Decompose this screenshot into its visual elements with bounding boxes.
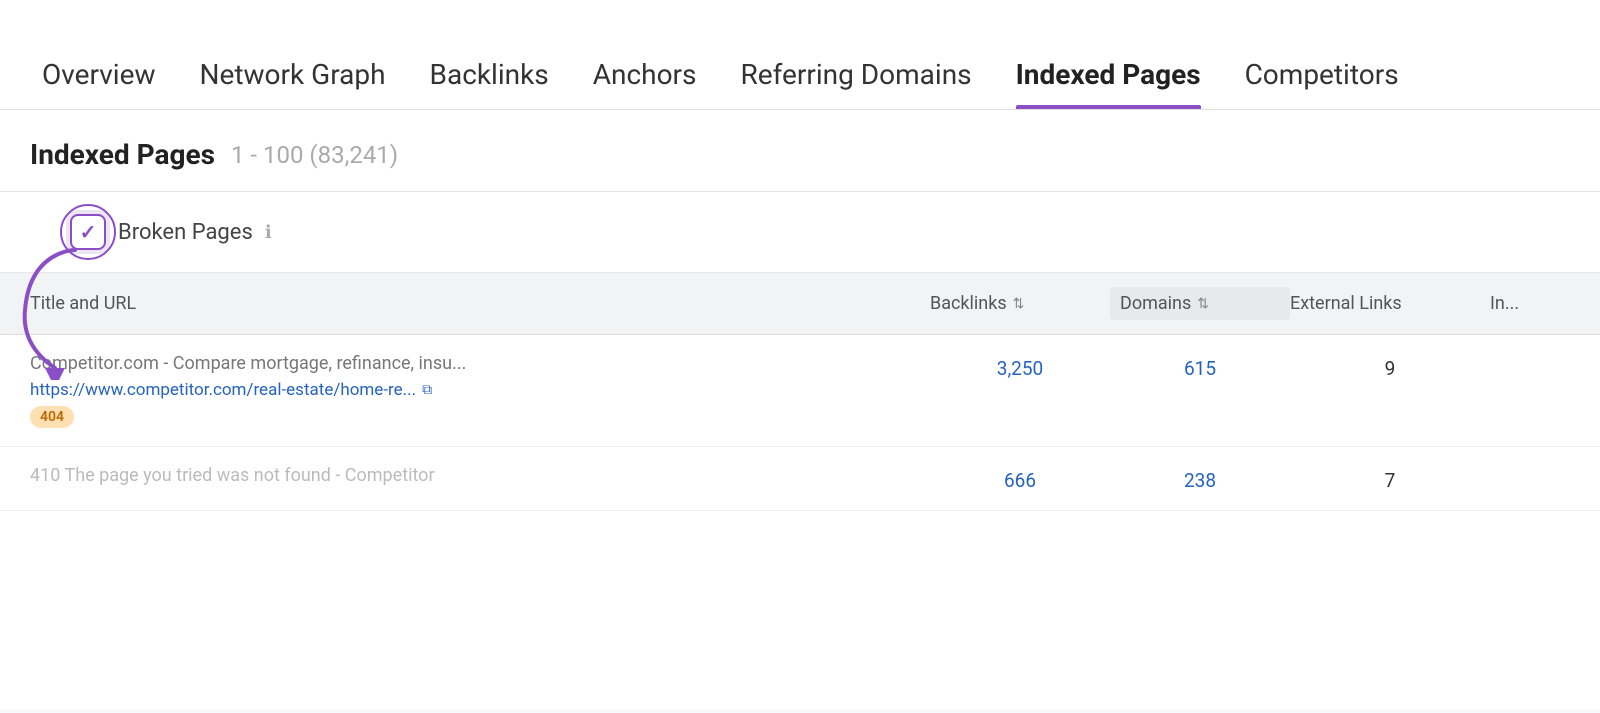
col-title-url: Title and URL [30,293,930,314]
cell-backlinks-2: 666 [930,465,1110,492]
navigation: Overview Network Graph Backlinks Anchors… [0,0,1600,110]
nav-indexed-pages[interactable]: Indexed Pages [994,58,1223,109]
table-header: Title and URL Backlinks ⇅ Domains ⇅ Exte… [0,273,1600,335]
arrow-annotation [10,240,90,380]
col-external-links: External Links [1290,293,1490,314]
backlinks-sort-icon: ⇅ [1013,296,1025,312]
cell-title-url-2: 410 The page you tried was not found - C… [30,465,930,486]
cell-in-2 [1490,465,1570,469]
page-title-2: 410 The page you tried was not found - C… [30,465,930,486]
external-link-icon: ⧉ [422,382,432,398]
nav-backlinks[interactable]: Backlinks [408,58,571,109]
cell-external-links-2: 7 [1290,465,1490,492]
nav-competitors[interactable]: Competitors [1223,58,1421,109]
cell-backlinks-1: 3,250 [930,353,1110,380]
cell-domains-1: 615 [1110,353,1290,380]
page-title: Indexed Pages [30,138,215,171]
page-url-1[interactable]: https://www.competitor.com/real-estate/h… [30,380,930,400]
filter-row: ✓ Broken Pages ℹ [0,192,1600,273]
col-in: In... [1490,293,1570,314]
table-row: Competitor.com - Compare mortgage, refin… [0,335,1600,447]
cell-external-links-1: 9 [1290,353,1490,380]
nav-network-graph[interactable]: Network Graph [178,58,408,109]
info-icon[interactable]: ℹ [265,222,272,243]
broken-pages-label: Broken Pages [118,220,253,245]
page-title-1: Competitor.com - Compare mortgage, refin… [30,353,930,374]
col-backlinks[interactable]: Backlinks ⇅ [930,293,1110,314]
nav-overview[interactable]: Overview [20,58,178,109]
nav-referring-domains[interactable]: Referring Domains [718,58,993,109]
page-range: 1 - 100 (83,241) [231,141,398,169]
status-badge-404: 404 [30,406,74,428]
main-content: Indexed Pages 1 - 100 (83,241) ✓ Broken … [0,110,1600,710]
page-header: Indexed Pages 1 - 100 (83,241) [0,110,1600,192]
table-row: 410 The page you tried was not found - C… [0,447,1600,511]
broken-pages-checkbox[interactable]: ✓ [70,214,106,250]
domains-sort-icon: ⇅ [1197,296,1209,312]
cell-in-1 [1490,353,1570,357]
nav-anchors[interactable]: Anchors [571,58,719,109]
cell-title-url-1: Competitor.com - Compare mortgage, refin… [30,353,930,428]
checkmark-icon: ✓ [80,220,97,244]
indexed-pages-table: Title and URL Backlinks ⇅ Domains ⇅ Exte… [0,273,1600,511]
col-domains[interactable]: Domains ⇅ [1110,287,1290,320]
cell-domains-2: 238 [1110,465,1290,492]
